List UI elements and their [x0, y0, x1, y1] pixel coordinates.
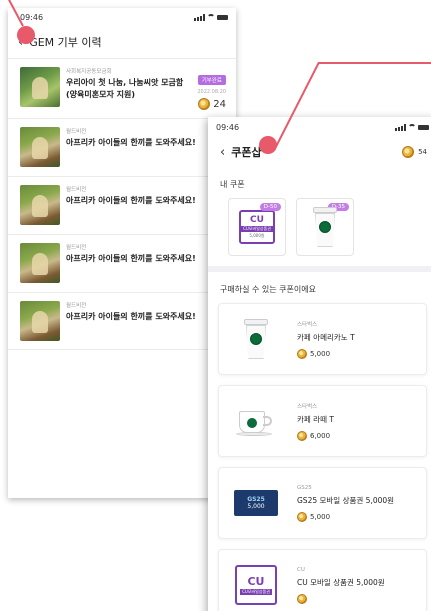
donation-org: 월드비전: [66, 129, 87, 135]
gs25-logo: GS25: [247, 496, 265, 503]
coupon-name: 카페 아메리카노 T: [297, 332, 355, 342]
cu-logo: CU: [247, 575, 265, 588]
coupon-price-value: 5,000: [310, 512, 331, 521]
coupon-card[interactable]: 스타벅스 카페 라떼 T 6,000: [218, 385, 427, 457]
coupon-card[interactable]: GS25 5,000 GS25 GS25 모바일 상품권 5,000원 5,00…: [218, 467, 427, 539]
back-arrow-icon[interactable]: ‹: [220, 145, 225, 160]
status-time: 09:46: [216, 122, 240, 132]
coupon-image: [225, 391, 287, 451]
coupon-card[interactable]: CU CU모바일상품권 CU CU 모바일 상품권 5,000원: [218, 549, 427, 611]
my-coupons-heading: 내 쿠폰: [220, 180, 245, 189]
starbucks-mug-icon: [236, 407, 273, 436]
donation-thumbnail: [20, 127, 60, 167]
donation-org: 월드비전: [66, 245, 87, 251]
gem-count: 24: [213, 98, 226, 110]
coupon-brand: 스타벅스: [297, 403, 318, 410]
annotation-dot: [17, 26, 35, 44]
gem-amount: 24: [197, 98, 226, 110]
purchasable-heading: 구매하실 수 있는 쿠폰이에요: [220, 285, 316, 294]
coupon-card[interactable]: 스타벅스 카페 아메리카노 T 5,000: [218, 303, 427, 375]
gem-icon: [297, 511, 307, 522]
cu-voucher-icon: CU CU모바일상품권: [235, 565, 277, 605]
donation-org: 사회복지공동모금회: [66, 69, 112, 75]
status-icons: [395, 123, 429, 131]
voucher-value: 5,000: [247, 503, 265, 510]
donation-title: 아프리카 아이들의 한끼를 도와주세요!: [66, 312, 196, 321]
coupon-name: GS25 모바일 상품권 5,000원: [297, 495, 395, 505]
my-coupons-list: D-50 CU CU모바일상품권 5,000원 D-35: [208, 198, 431, 256]
header: ‹ 쿠폰샵 54: [208, 137, 431, 167]
dday-tag: D-50: [259, 203, 281, 211]
donation-title: 아프리카 아이들의 한끼를 도와주세요!: [66, 254, 196, 263]
page-title: GEM 기부 이력: [29, 36, 102, 49]
donation-item[interactable]: 사회복지공동모금회 우리아이 첫 나눔, 나눔씨앗 모금함 (양육미혼모자 지원…: [8, 58, 236, 118]
donation-title: 우리아이 첫 나눔, 나눔씨앗 모금함 (양육미혼모자 지원): [66, 78, 184, 99]
donation-item[interactable]: 월드비전 아프리카 아이들의 한끼를 도와주세요!: [8, 176, 236, 234]
header: ‹ GEM 기부 이력: [8, 26, 236, 58]
donation-thumbnail: [20, 301, 60, 341]
status-badge: 기부완료: [197, 75, 226, 85]
status-bar: 09:46: [8, 8, 236, 26]
coupon-image: GS25 5,000: [225, 473, 287, 533]
gem-icon: [402, 146, 415, 158]
voucher-amount: 5,000원: [249, 233, 265, 238]
voucher-line: CU모바일상품권: [240, 589, 272, 595]
coupon-name: CU 모바일 상품권 5,000원: [297, 577, 385, 587]
cu-voucher-icon: CU CU모바일상품권 5,000원: [239, 210, 275, 244]
coupon-price-value: 6,000: [310, 431, 331, 440]
donation-thumbnail: [20, 185, 60, 225]
my-coupon-starbucks[interactable]: D-35: [296, 198, 354, 256]
status-time: 09:46: [20, 12, 44, 22]
coupon-price: [297, 593, 420, 604]
status-icons: [194, 13, 228, 21]
coupon-shop-screen: 09:46 ‹ 쿠폰샵 54 내 쿠폰 D-50 CU CU모바일상품권 5,0…: [208, 117, 431, 611]
starbucks-cup-icon: [244, 319, 268, 359]
battery-icon: [418, 124, 429, 130]
gem-icon: [297, 430, 307, 441]
wifi-icon: [408, 124, 416, 130]
gem-balance-value: 54: [418, 148, 427, 156]
coupon-brand: GS25: [297, 484, 312, 491]
donation-meta: 기부완료 2022.08.20 24: [197, 67, 226, 110]
donation-date: 2022.08.20: [197, 89, 226, 95]
signal-icon: [395, 123, 406, 131]
starbucks-cup-icon: [313, 207, 337, 247]
gem-donation-history-screen: 09:46 ‹ GEM 기부 이력 사회복지공동모금회 우리아이 첫 나눔, 나…: [8, 8, 236, 498]
mockup-stage: 09:46 ‹ GEM 기부 이력 사회복지공동모금회 우리아이 첫 나눔, 나…: [0, 0, 431, 611]
donation-thumbnail: [20, 243, 60, 283]
donation-org: 월드비전: [66, 187, 87, 193]
gem-balance: 54: [402, 146, 427, 158]
annotation-dot: [259, 136, 277, 154]
coupon-price: 5,000: [297, 511, 420, 522]
coupon-price: 6,000: [297, 430, 420, 441]
coupon-price: 5,000: [297, 348, 420, 359]
coupon-list: 스타벅스 카페 아메리카노 T 5,000 스타벅스 카페 라떼 T 6,000…: [208, 303, 431, 611]
coupon-image: CU CU모바일상품권: [225, 555, 287, 611]
signal-icon: [194, 13, 205, 21]
coupon-image: [225, 309, 287, 369]
coupon-brand: 스타벅스: [297, 321, 318, 328]
donation-item[interactable]: 월드비전 아프리카 아이들의 한끼를 도와주세요!: [8, 234, 236, 292]
donation-item[interactable]: 월드비전 아프리카 아이들의 한끼를 도와주세요!: [8, 292, 236, 350]
gs25-voucher-icon: GS25 5,000: [234, 490, 278, 516]
donation-title: 아프리카 아이들의 한끼를 도와주세요!: [66, 196, 196, 205]
coupon-price-value: 5,000: [310, 349, 331, 358]
donation-item[interactable]: 월드비전 아프리카 아이들의 한끼를 도와주세요!: [8, 118, 236, 176]
battery-icon: [217, 14, 228, 20]
gem-icon: [297, 593, 307, 604]
status-bar: 09:46: [208, 117, 431, 137]
coupon-brand: CU: [297, 566, 305, 573]
donation-org: 월드비전: [66, 303, 87, 309]
my-coupon-cu[interactable]: D-50 CU CU모바일상품권 5,000원: [228, 198, 286, 256]
wifi-icon: [207, 14, 215, 20]
voucher-line: CU모바일상품권: [241, 226, 273, 232]
cu-logo: CU: [250, 215, 264, 225]
gem-icon: [297, 348, 307, 359]
annotation-line: [318, 62, 431, 64]
page-title: 쿠폰샵: [231, 146, 262, 159]
donation-thumbnail: [20, 67, 60, 107]
gem-icon: [198, 98, 211, 110]
coupon-name: 카페 라떼 T: [297, 414, 334, 424]
donation-title: 아프리카 아이들의 한끼를 도와주세요!: [66, 138, 196, 147]
